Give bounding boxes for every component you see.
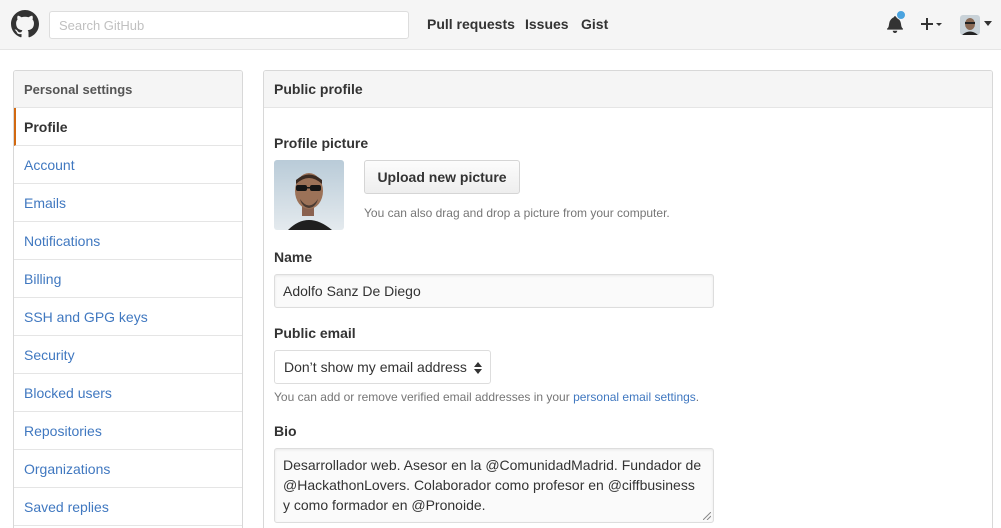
- sidebar-item-notifications[interactable]: Notifications: [14, 222, 242, 260]
- personal-email-settings-link[interactable]: personal email settings: [573, 390, 696, 404]
- sidebar-item-profile[interactable]: Profile: [14, 108, 242, 146]
- bio-text: Desarrollador web. Asesor en la @Comunid…: [283, 457, 702, 513]
- sidebar-item-organizations[interactable]: Organizations: [14, 450, 242, 488]
- sidebar-item-blocked-users[interactable]: Blocked users: [14, 374, 242, 412]
- email-hint: You can add or remove verified email add…: [274, 390, 699, 404]
- resize-handle-icon[interactable]: [703, 512, 711, 520]
- select-arrows-icon: [474, 362, 482, 374]
- sidebar-item-ssh-gpg-keys[interactable]: SSH and GPG keys: [14, 298, 242, 336]
- github-logo-icon[interactable]: [11, 10, 39, 38]
- public-email-label: Public email: [274, 325, 356, 341]
- name-label: Name: [274, 249, 313, 265]
- bio-label: Bio: [274, 423, 297, 439]
- email-hint-text: You can add or remove verified email add…: [274, 390, 574, 404]
- upload-picture-button[interactable]: Upload new picture: [364, 160, 520, 194]
- name-field[interactable]: [274, 274, 714, 308]
- email-hint-suffix: .: [695, 390, 700, 404]
- nav-pull-requests[interactable]: Pull requests: [427, 16, 515, 32]
- caret-down-icon[interactable]: [984, 21, 992, 27]
- nav-gist[interactable]: Gist: [581, 16, 608, 32]
- nav-issues[interactable]: Issues: [525, 16, 569, 32]
- sidebar-item-billing[interactable]: Billing: [14, 260, 242, 298]
- sidebar-title: Personal settings: [14, 71, 242, 108]
- profile-photo: [274, 160, 344, 230]
- page-title: Public profile: [264, 71, 992, 108]
- bio-textarea[interactable]: Desarrollador web. Asesor en la @Comunid…: [274, 448, 714, 523]
- avatar[interactable]: [960, 15, 980, 35]
- plus-icon[interactable]: [920, 14, 946, 34]
- profile-picture-label: Profile picture: [274, 135, 369, 151]
- sidebar-item-emails[interactable]: Emails: [14, 184, 242, 222]
- public-email-select[interactable]: Don’t show my email address: [274, 350, 491, 384]
- notification-dot: [896, 10, 906, 20]
- settings-sidebar: Personal settings Profile Account Emails…: [13, 70, 243, 528]
- search-input[interactable]: [49, 11, 409, 39]
- sidebar-item-security[interactable]: Security: [14, 336, 242, 374]
- sidebar-item-repositories[interactable]: Repositories: [14, 412, 242, 450]
- picture-hint: You can also drag and drop a picture fro…: [364, 206, 670, 220]
- public-email-selected: Don’t show my email address: [284, 359, 467, 375]
- sidebar-item-account[interactable]: Account: [14, 146, 242, 184]
- top-header: Pull requests Issues Gist: [0, 0, 1001, 50]
- sidebar-item-saved-replies[interactable]: Saved replies: [14, 488, 242, 526]
- public-profile-panel: Public profile Profile picture Upload ne…: [263, 70, 993, 528]
